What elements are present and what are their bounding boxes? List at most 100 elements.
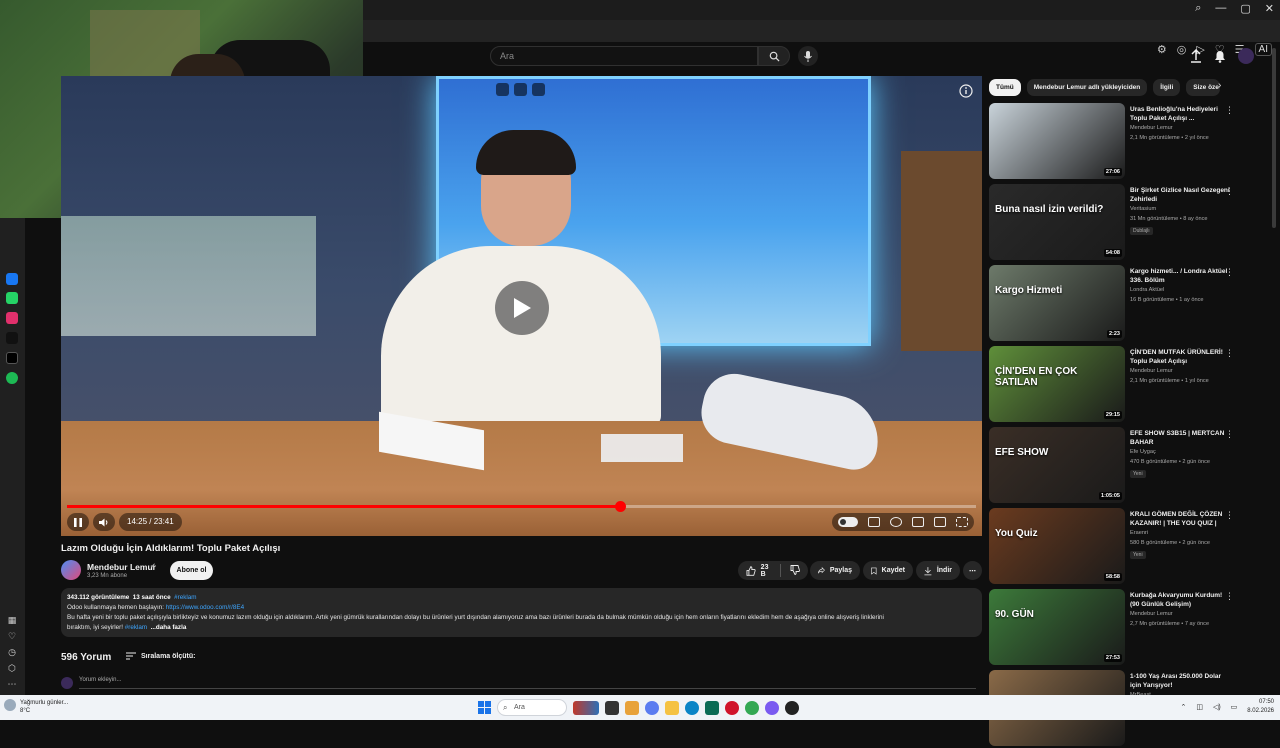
autoplay-toggle[interactable]: [838, 517, 858, 527]
windows-start-icon[interactable]: [478, 701, 491, 714]
pause-button[interactable]: [67, 513, 89, 531]
app-icon[interactable]: [765, 700, 779, 715]
history-icon[interactable]: ◷: [6, 646, 18, 658]
copilot-icon[interactable]: [645, 700, 659, 715]
obs-icon[interactable]: [785, 700, 799, 715]
chip-from-uploader[interactable]: Mendebur Lemur adlı yükleyiciden: [1026, 79, 1148, 96]
subtitles-icon[interactable]: [868, 517, 880, 527]
recommendation-card[interactable]: EFE SHOW 1:05:05 EFE SHOW S3B15 | MERTCAN …: [989, 427, 1239, 505]
recommendation-title[interactable]: ÇİN'DEN MUTFAK ÜRÜNLERİ! Toplu Paket Açı…: [1130, 348, 1230, 366]
camera-icon[interactable]: [532, 83, 545, 96]
more-icon[interactable]: ⋮: [1225, 591, 1234, 602]
bell-icon[interactable]: [1212, 48, 1228, 64]
miniplayer-icon[interactable]: [496, 83, 509, 96]
share-button[interactable]: Paylaş: [810, 561, 860, 580]
maximize-button[interactable]: ▢: [1240, 2, 1250, 15]
scrollbar-thumb[interactable]: [1272, 48, 1276, 228]
recommendation-card[interactable]: Buna nasıl izin verildi? 54:08 Bir Şirket …: [989, 184, 1239, 262]
chip-related[interactable]: İlgili: [1153, 79, 1181, 96]
search-icon[interactable]: ⌕: [1195, 2, 1201, 15]
network-icon[interactable]: ◫: [1196, 703, 1203, 711]
chip-all[interactable]: Tümü: [989, 79, 1021, 96]
instagram-icon[interactable]: [6, 312, 18, 324]
play-button-overlay[interactable]: [495, 281, 549, 335]
more-icon[interactable]: ⋮: [1225, 267, 1234, 278]
volume-button[interactable]: [93, 513, 115, 531]
weather-widget[interactable]: Yağmurlu günler... 8°C: [4, 699, 68, 715]
volume-icon[interactable]: ◁): [1213, 703, 1221, 711]
more-icon[interactable]: ⋯: [6, 678, 18, 690]
video-thumbnail[interactable]: 27:06: [989, 103, 1125, 179]
heart-icon[interactable]: ♡: [6, 630, 18, 642]
spotify-icon[interactable]: [6, 372, 18, 384]
ai-button[interactable]: AI: [1254, 43, 1272, 56]
more-icon[interactable]: ⋮: [1225, 429, 1234, 440]
video-player[interactable]: 14:25 / 23:41: [61, 76, 982, 536]
comment-input[interactable]: Yorum ekleyin...: [79, 677, 976, 689]
recommendation-title[interactable]: Kurbağa Akvaryumu Kurdum! (90 Günlük Gel…: [1130, 591, 1230, 609]
minimize-button[interactable]: —: [1215, 2, 1226, 15]
recommendation-title[interactable]: Bir Şirket Gizlice Nasıl Gezegeni Zehirl…: [1130, 186, 1230, 204]
cast-icon[interactable]: [934, 517, 946, 527]
dislike-icon[interactable]: [790, 564, 800, 575]
chrome-icon[interactable]: [745, 700, 759, 715]
edge-icon[interactable]: [685, 700, 699, 715]
info-icon[interactable]: [959, 84, 973, 98]
channel-name[interactable]: Mendebur Lemur: [87, 562, 156, 572]
store-icon[interactable]: [705, 700, 719, 715]
recommendation-title[interactable]: Uras Benlioğlu'na Hediyeleri Toplu Paket…: [1130, 105, 1230, 123]
more-icon[interactable]: ⋮: [1225, 186, 1234, 197]
recommendation-title[interactable]: KRALI GÖMEN DEĞİL ÇÖZEN KAZANIR! | THE Y…: [1130, 510, 1230, 528]
fullscreen-icon[interactable]: [956, 517, 968, 527]
search-button[interactable]: [758, 46, 790, 66]
more-icon[interactable]: ⋮: [1225, 348, 1234, 359]
recommendation-card[interactable]: You Quiz 58:58 KRALI GÖMEN DEĞİL ÇÖZEN KAZ…: [989, 508, 1239, 586]
clock[interactable]: 07:50 8.02.2026: [1247, 698, 1274, 716]
recommendation-card[interactable]: ÇİN'DEN EN ÇOK SATILAN 29:15 ÇİN'DEN MUTFA…: [989, 346, 1239, 424]
save-button[interactable]: Kaydet: [863, 561, 913, 580]
files-icon[interactable]: [625, 700, 639, 715]
voice-search-button[interactable]: [798, 46, 818, 66]
video-thumbnail[interactable]: ÇİN'DEN EN ÇOK SATILAN 29:15: [989, 346, 1125, 422]
recommendation-channel[interactable]: Mendebur Lemur: [1130, 125, 1230, 131]
recommendation-card[interactable]: 27:06 Uras Benlioğlu'na Hediyeleri Toplu …: [989, 103, 1239, 181]
video-thumbnail[interactable]: EFE SHOW 1:05:05: [989, 427, 1125, 503]
recommendation-channel[interactable]: Mendebur Lemur: [1130, 368, 1230, 374]
settings-icon[interactable]: [890, 517, 902, 527]
recommendation-title[interactable]: EFE SHOW S3B15 | MERTCAN BAHAR: [1130, 429, 1230, 447]
more-actions-button[interactable]: ⋯: [963, 561, 982, 580]
extension-icon[interactable]: ◎: [1177, 43, 1187, 56]
user-avatar[interactable]: [1238, 48, 1254, 64]
opera-icon[interactable]: [725, 700, 739, 715]
extension-icon[interactable]: ⚙: [1157, 43, 1167, 56]
like-count[interactable]: 23 B: [761, 564, 775, 578]
battery-icon[interactable]: ▭: [1231, 703, 1238, 711]
close-button[interactable]: ✕: [1265, 2, 1274, 15]
recommendation-channel[interactable]: Londra Aktüel: [1130, 287, 1230, 293]
upload-icon[interactable]: [1188, 48, 1204, 64]
x-icon[interactable]: [6, 352, 18, 364]
chevron-up-icon[interactable]: ⌃: [1180, 703, 1186, 711]
channel-avatar[interactable]: [61, 560, 81, 580]
recommendation-channel[interactable]: Eraenri: [1130, 530, 1230, 536]
recommendation-card[interactable]: 90. GÜN 27:53 Kurbağa Akvaryumu Kurdum! (9…: [989, 589, 1239, 667]
taskbar-app-icon[interactable]: [573, 700, 599, 715]
taskbar-search[interactable]: Ara: [497, 699, 567, 716]
messenger-icon[interactable]: [6, 273, 18, 285]
recommendation-channel[interactable]: Efe Uygaç: [1130, 449, 1230, 455]
tiktok-icon[interactable]: [6, 332, 18, 344]
share-icon[interactable]: [514, 83, 527, 96]
download-button[interactable]: İndir: [916, 561, 960, 580]
search-input[interactable]: Ara: [490, 46, 758, 66]
chip-for-you[interactable]: Size öze: [1186, 79, 1221, 96]
explorer-icon[interactable]: [665, 700, 679, 715]
description-box[interactable]: 343.112 görüntüleme 13 saat önce #reklam…: [61, 588, 982, 637]
recommendation-channel[interactable]: Mendebur Lemur: [1130, 611, 1230, 617]
chevron-right-icon[interactable]: ›: [1218, 80, 1232, 94]
more-icon[interactable]: ⋮: [1225, 105, 1234, 116]
video-thumbnail[interactable]: Buna nasıl izin verildi? 54:08: [989, 184, 1125, 260]
recommendation-title[interactable]: 1-100 Yaş Arası 250.000 Dolar için Yarış…: [1130, 672, 1230, 690]
show-more-link[interactable]: ...daha fazla: [151, 624, 187, 631]
sponsor-link[interactable]: https://www.odoo.com/r/8E4: [166, 604, 244, 611]
taskview-icon[interactable]: [605, 700, 619, 715]
